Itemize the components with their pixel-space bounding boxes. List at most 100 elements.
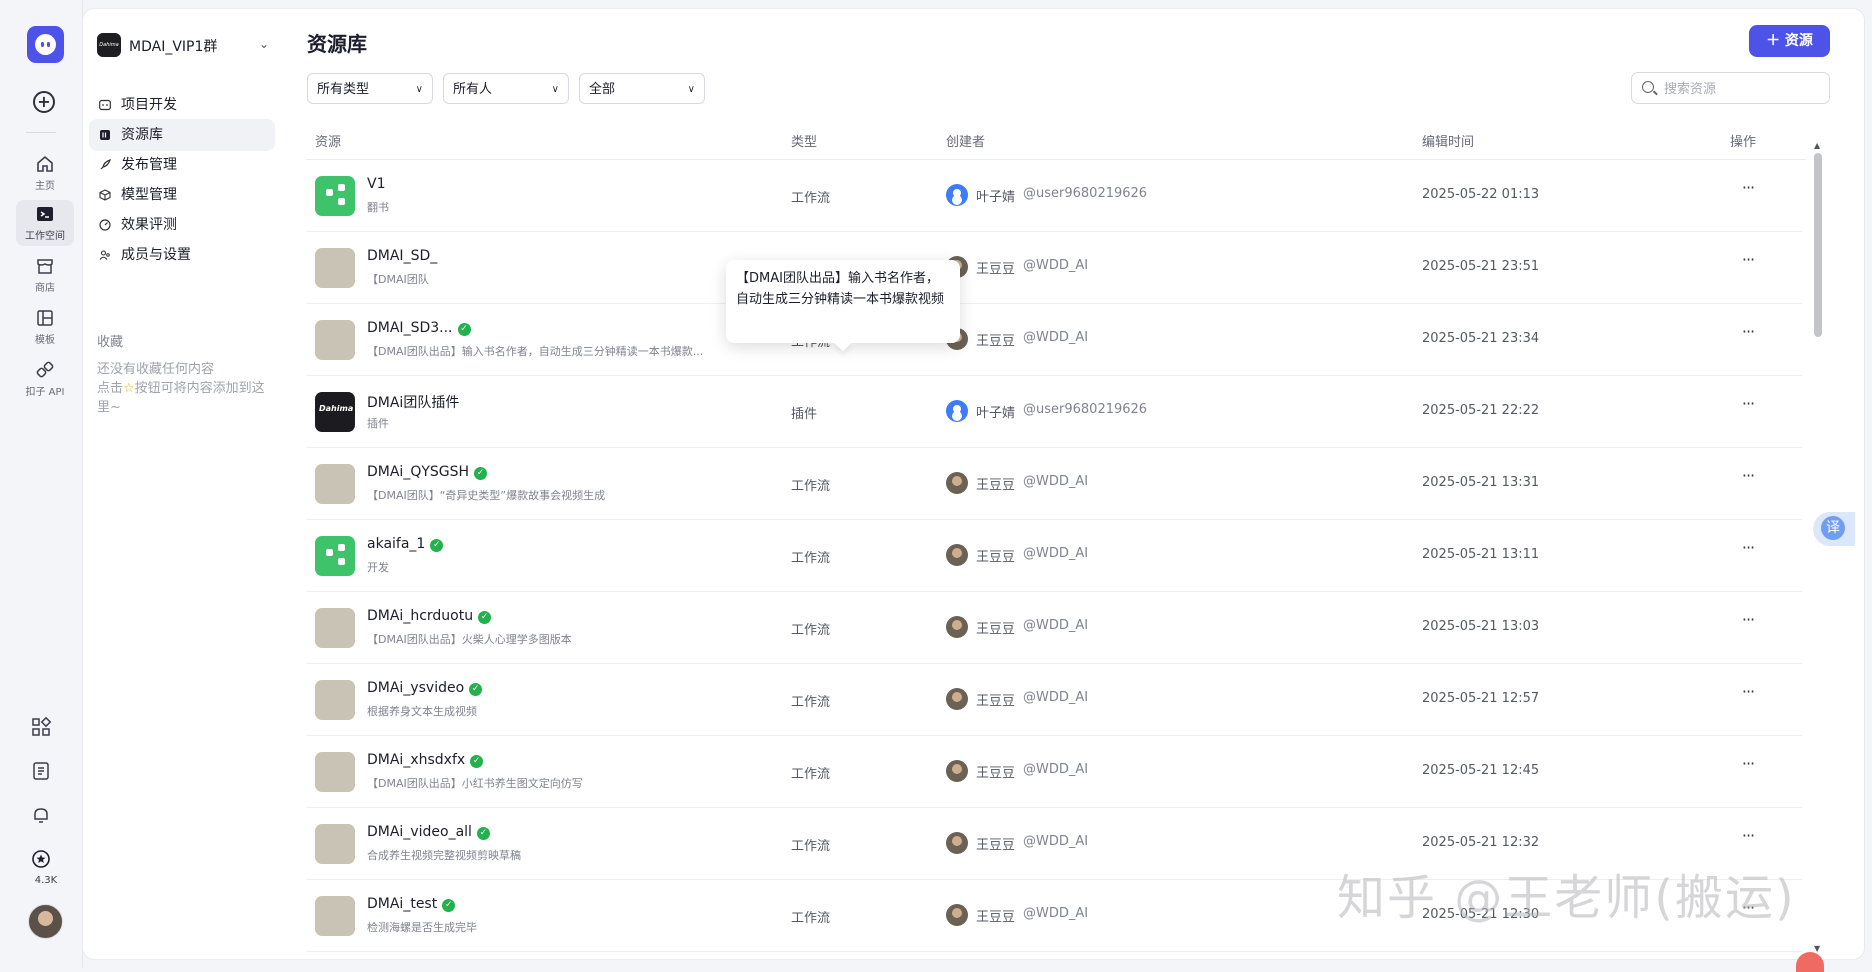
- resource-thumbnail: [315, 824, 355, 864]
- resource-name-cell[interactable]: DMAi_ysvideo ✓: [367, 680, 483, 696]
- add-resource-button[interactable]: ＋ 资源: [1749, 25, 1830, 57]
- rail-item-template[interactable]: 模板: [16, 304, 74, 350]
- resource-thumbnail: [315, 536, 355, 576]
- resource-name-cell[interactable]: DMAi_test ✓: [367, 896, 456, 912]
- credit-count: 4.3K: [34, 875, 58, 886]
- scroll-up-icon[interactable]: ▲: [1814, 141, 1820, 150]
- resource-name-cell[interactable]: DMAI_SD_: [367, 248, 437, 264]
- resource-name-cell[interactable]: DMAi_xhsdxfx ✓: [367, 752, 484, 768]
- translate-icon: 译: [1821, 516, 1845, 540]
- more-actions-icon[interactable]: ···: [1737, 537, 1759, 559]
- resource-name-cell[interactable]: DMAi团队插件: [367, 392, 459, 412]
- rail-item-home[interactable]: 主页: [16, 150, 74, 196]
- sidebar-item-publish[interactable]: 发布管理: [89, 149, 275, 181]
- favorites-title: 收藏: [97, 335, 124, 350]
- sidebar-item-model[interactable]: 模型管理: [89, 179, 275, 211]
- assistant-mascot-icon[interactable]: [1796, 952, 1824, 972]
- resource-name-cell[interactable]: DMAi_hcrduotu ✓: [367, 608, 492, 624]
- creator-avatar: [946, 400, 968, 422]
- filter-status-select[interactable]: 全部 ∨: [579, 73, 705, 104]
- resource-name: DMAI_SD_: [367, 248, 438, 264]
- table-header: 资源 类型 创建者 编辑时间 操作: [306, 121, 1806, 160]
- filter-type-select[interactable]: 所有类型 ∨: [307, 73, 433, 104]
- filter-owner-select[interactable]: 所有人 ∨: [443, 73, 569, 104]
- scroll-down-icon[interactable]: ▼: [1814, 944, 1820, 953]
- verified-check-icon: ✓: [469, 683, 483, 696]
- more-actions-icon[interactable]: ···: [1737, 249, 1759, 271]
- table-row[interactable]: DMAi_ysvideo ✓ 根据养身文本生成视频 工作流 王豆豆 @WDD_AI 2025…: [306, 663, 1802, 736]
- sidebar-item-members[interactable]: 成员与设置: [89, 239, 275, 271]
- user-avatar[interactable]: [28, 904, 63, 939]
- translate-button[interactable]: 译: [1813, 512, 1855, 546]
- rail-item-store[interactable]: 商店: [16, 252, 74, 298]
- resource-description: 根据养身文本生成视频: [367, 705, 477, 718]
- more-actions-icon[interactable]: ···: [1737, 681, 1759, 703]
- table-row[interactable]: DMAI_SD3... ✓ 【DMAI团队出品】输入书名作者，自动生成三分钟精读一本…: [306, 303, 1802, 376]
- workspace-sidebar: Dahima MDAI_VIP1群 ⌄ 项目开发 资源库 发布管理 模型管理 效…: [82, 8, 284, 960]
- star-badge-icon[interactable]: [30, 848, 52, 870]
- table-row[interactable]: DMAi团队插件插件插件叶子婧@user96802196262025-05-21…: [306, 375, 1802, 448]
- project-icon: [99, 99, 111, 111]
- rail-item-label: 工作空间: [25, 231, 65, 242]
- edit-time: 2025-05-21 12:57: [1422, 691, 1540, 706]
- resource-name: DMAi团队插件: [367, 395, 460, 411]
- edit-time: 2025-05-21 12:32: [1422, 835, 1540, 850]
- search-icon: [1642, 81, 1654, 93]
- resource-type: 工作流: [791, 767, 831, 782]
- verified-check-icon: ✓: [457, 323, 471, 336]
- table-row[interactable]: DMAi_hcrduotu ✓ 【DMAI团队出品】火柴人心理学多图版本 工作流 王豆豆…: [306, 591, 1802, 664]
- resource-thumbnail: [315, 896, 355, 936]
- resource-name-cell[interactable]: akaifa_1 ✓: [367, 536, 444, 552]
- team-switcher[interactable]: Dahima MDAI_VIP1群 ⌄: [97, 33, 273, 59]
- more-actions-icon[interactable]: ···: [1737, 753, 1759, 775]
- resource-description: 翻书: [367, 201, 389, 214]
- resource-name-cell[interactable]: DMAi_QYSGSH ✓: [367, 464, 488, 480]
- edit-time: 2025-05-22 01:13: [1422, 187, 1540, 202]
- search-box[interactable]: [1631, 72, 1830, 104]
- sidebar-item-evaluate[interactable]: 效果评测: [89, 209, 275, 241]
- edit-time: 2025-05-21 13:31: [1422, 475, 1540, 490]
- rail-item-label: 商店: [35, 283, 55, 294]
- chevron-down-icon: ∨: [687, 84, 695, 95]
- creator-avatar: [946, 904, 968, 926]
- resource-name-cell[interactable]: DMAI_SD3... ✓: [367, 320, 471, 336]
- creator-handle: @WDD_AI: [1023, 906, 1089, 921]
- document-icon[interactable]: [30, 760, 52, 782]
- filter-value: 全部: [589, 82, 616, 97]
- more-actions-icon[interactable]: ···: [1737, 465, 1759, 487]
- resource-description: 【DMAI团队出品】输入书名作者，自动生成三分钟精读一本书爆款...: [367, 345, 704, 358]
- sidebar-item-library[interactable]: 资源库: [89, 119, 275, 151]
- table-scrollbar[interactable]: ▲ ▼: [1811, 141, 1825, 953]
- resource-name: DMAi_video_all: [367, 824, 472, 840]
- coze-logo-icon[interactable]: [27, 26, 64, 63]
- more-actions-icon[interactable]: ···: [1737, 393, 1759, 415]
- create-plus-icon[interactable]: +: [33, 91, 55, 113]
- more-actions-icon[interactable]: ···: [1737, 825, 1759, 847]
- resource-name-cell[interactable]: DMAi_video_all ✓: [367, 824, 490, 840]
- search-input[interactable]: [1662, 78, 1826, 100]
- team-logo-icon: Dahima: [97, 33, 121, 57]
- rail-item-workspace[interactable]: 工作空间: [16, 200, 74, 246]
- bell-icon[interactable]: [30, 804, 52, 826]
- resource-name: DMAI_SD3...: [367, 320, 453, 336]
- more-actions-icon[interactable]: ···: [1737, 321, 1759, 343]
- creator-name: 王豆豆: [976, 334, 1016, 349]
- scrollbar-thumb[interactable]: [1814, 153, 1822, 337]
- table-row[interactable]: V1 翻书 工作流 叶子婧 @user9680219626 2025-05-22 01:1…: [306, 159, 1802, 232]
- description-tooltip: 【DMAI团队出品】输入书名作者，自动生成三分钟精读一本书爆款视频: [726, 260, 960, 343]
- apps-grid-icon[interactable]: [30, 716, 52, 738]
- rail-item-api[interactable]: 扣子 API: [16, 356, 74, 402]
- sidebar-item-project[interactable]: 项目开发: [89, 89, 275, 121]
- resource-name-cell[interactable]: V1: [367, 176, 385, 192]
- table-row[interactable]: akaifa_1 ✓ 开发 工作流 王豆豆 @WDD_AI 2025-05-21 13:11…: [306, 519, 1802, 592]
- creator-handle: @WDD_AI: [1023, 618, 1089, 633]
- more-actions-icon[interactable]: ···: [1737, 177, 1759, 199]
- store-icon: [37, 259, 53, 274]
- table-row[interactable]: DMAi_xhsdxfx ✓ 【DMAI团队出品】小红书养生图文定向仿写 工作流 王豆豆…: [306, 735, 1802, 808]
- resource-thumbnail: [315, 464, 355, 504]
- creator-avatar: [946, 544, 968, 566]
- table-row[interactable]: DMAI_SD_【DMAI团队工作流王豆豆@WDD_AI2025-05-21 2…: [306, 231, 1802, 304]
- table-row[interactable]: DMAi_QYSGSH ✓ 【DMAI团队】“奇异史类型”爆款故事会视频生成 工作流 王…: [306, 447, 1802, 520]
- column-header-type: 类型: [791, 135, 818, 150]
- more-actions-icon[interactable]: ···: [1737, 609, 1759, 631]
